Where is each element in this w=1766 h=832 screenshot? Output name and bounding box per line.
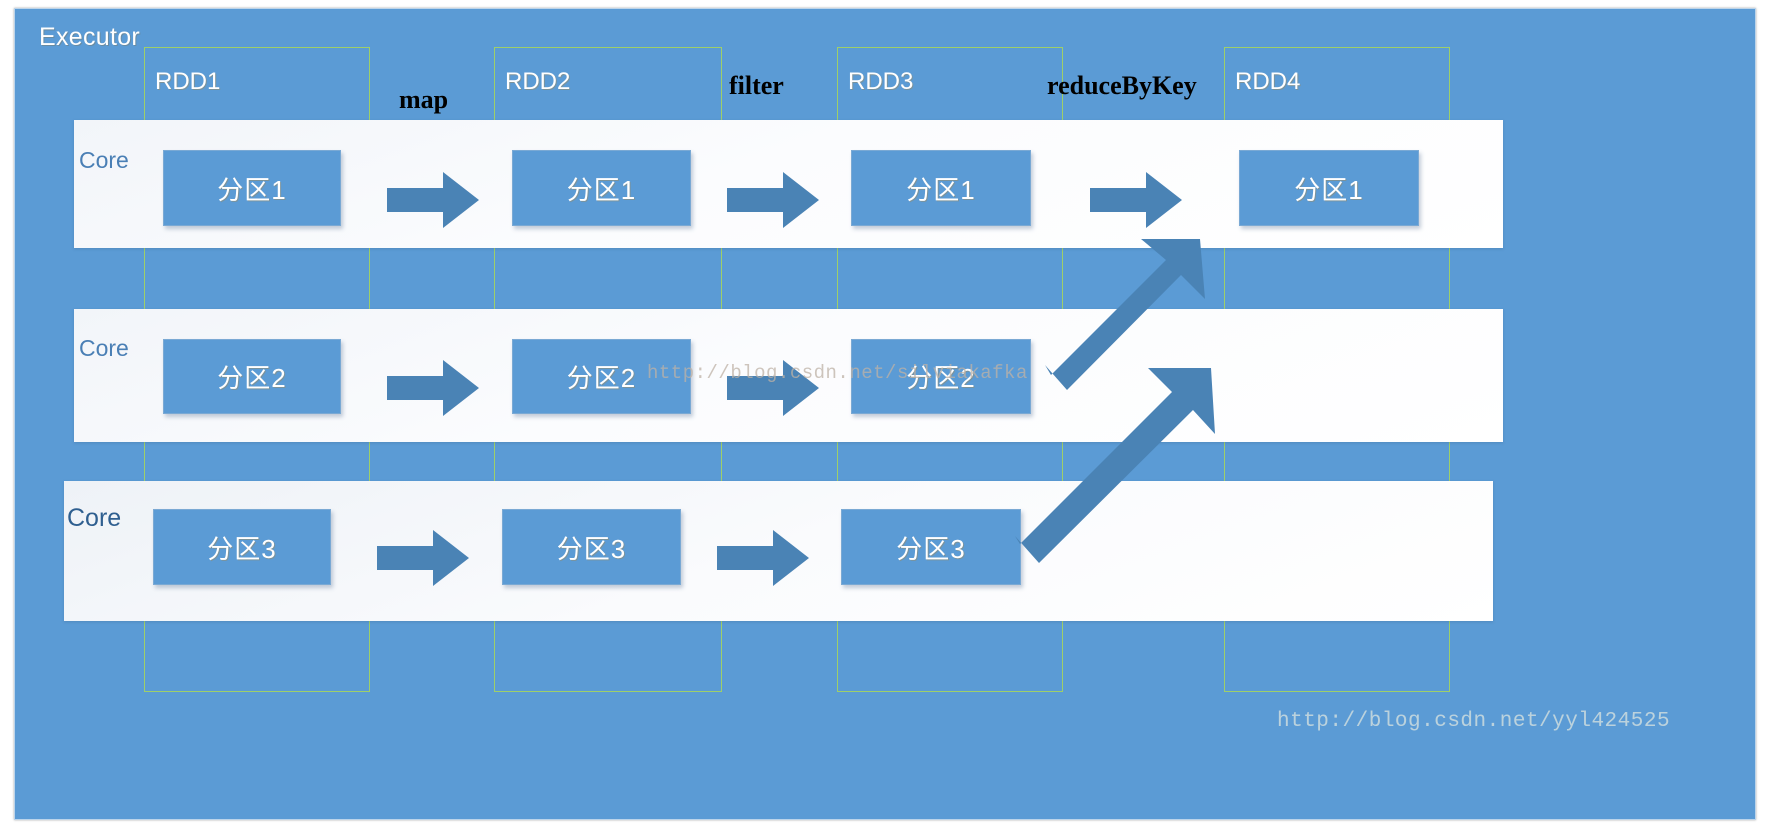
partition-label: 分区1 bbox=[1294, 174, 1364, 205]
partition-label: 分区1 bbox=[217, 174, 287, 205]
flow-arrow-rdd2-rdd3-row1 bbox=[727, 172, 819, 228]
partition-box-rdd1-p2[interactable]: 分区2 bbox=[163, 339, 341, 414]
partition-box-rdd3-p3[interactable]: 分区3 bbox=[841, 509, 1021, 585]
partition-label: 分区3 bbox=[207, 533, 277, 564]
rdd-column-label-rdd2: RDD2 bbox=[505, 68, 571, 95]
rdd-column-label-rdd1: RDD1 bbox=[155, 68, 221, 95]
partition-box-rdd2-p3[interactable]: 分区3 bbox=[502, 509, 681, 585]
operation-label-map: map bbox=[399, 85, 449, 114]
operation-label-filter: filter bbox=[729, 71, 784, 100]
partition-box-rdd3-p2[interactable]: 分区2 bbox=[851, 339, 1031, 414]
partition-label: 分区1 bbox=[906, 174, 976, 205]
rdd-column-label-rdd4: RDD4 bbox=[1235, 68, 1301, 95]
watermark-corner: http://blog.csdn.net/yyl424525 bbox=[1277, 710, 1671, 733]
shuffle-arrow-row3-to-rdd4 bbox=[1015, 354, 1220, 569]
partition-label: 分区2 bbox=[906, 363, 976, 393]
flow-arrow-rdd3-rdd4-row1 bbox=[1090, 172, 1182, 228]
partition-box-rdd1-p1[interactable]: 分区1 bbox=[163, 150, 341, 226]
core-label-3: Core bbox=[67, 504, 122, 532]
flow-arrow-rdd1-rdd2-row2 bbox=[387, 360, 479, 416]
core-label-1: Core bbox=[79, 147, 129, 173]
partition-box-rdd1-p3[interactable]: 分区3 bbox=[153, 509, 331, 585]
partition-box-rdd4-p1[interactable]: 分区1 bbox=[1239, 150, 1419, 226]
flow-arrow-rdd1-rdd2-row1 bbox=[387, 172, 479, 228]
partition-label: 分区1 bbox=[566, 174, 637, 205]
partition-label: 分区3 bbox=[896, 533, 966, 564]
diagram-canvas: Executor RDD1 RDD2 RDD3 RDD4 Core Core C… bbox=[0, 0, 1766, 832]
flow-arrow-rdd2-rdd3-row2 bbox=[727, 360, 819, 416]
operation-label-reducebykey: reduceByKey bbox=[1047, 71, 1197, 100]
partition-box-rdd3-p1[interactable]: 分区1 bbox=[851, 150, 1031, 226]
executor-panel: Executor RDD1 RDD2 RDD3 RDD4 Core Core C… bbox=[14, 8, 1756, 820]
partition-box-rdd2-p1[interactable]: 分区1 bbox=[512, 150, 691, 226]
flow-arrow-rdd2-rdd3-row3 bbox=[717, 530, 809, 586]
partition-label: 分区2 bbox=[566, 363, 637, 393]
core-label-2: Core bbox=[79, 335, 129, 361]
flow-arrow-rdd1-rdd2-row3 bbox=[377, 530, 469, 586]
rdd-column-label-rdd3: RDD3 bbox=[848, 68, 914, 95]
executor-title: Executor bbox=[39, 23, 141, 51]
partition-label: 分区3 bbox=[556, 533, 627, 564]
partition-label: 分区2 bbox=[217, 363, 287, 393]
partition-box-rdd2-p2[interactable]: 分区2 bbox=[512, 339, 691, 414]
